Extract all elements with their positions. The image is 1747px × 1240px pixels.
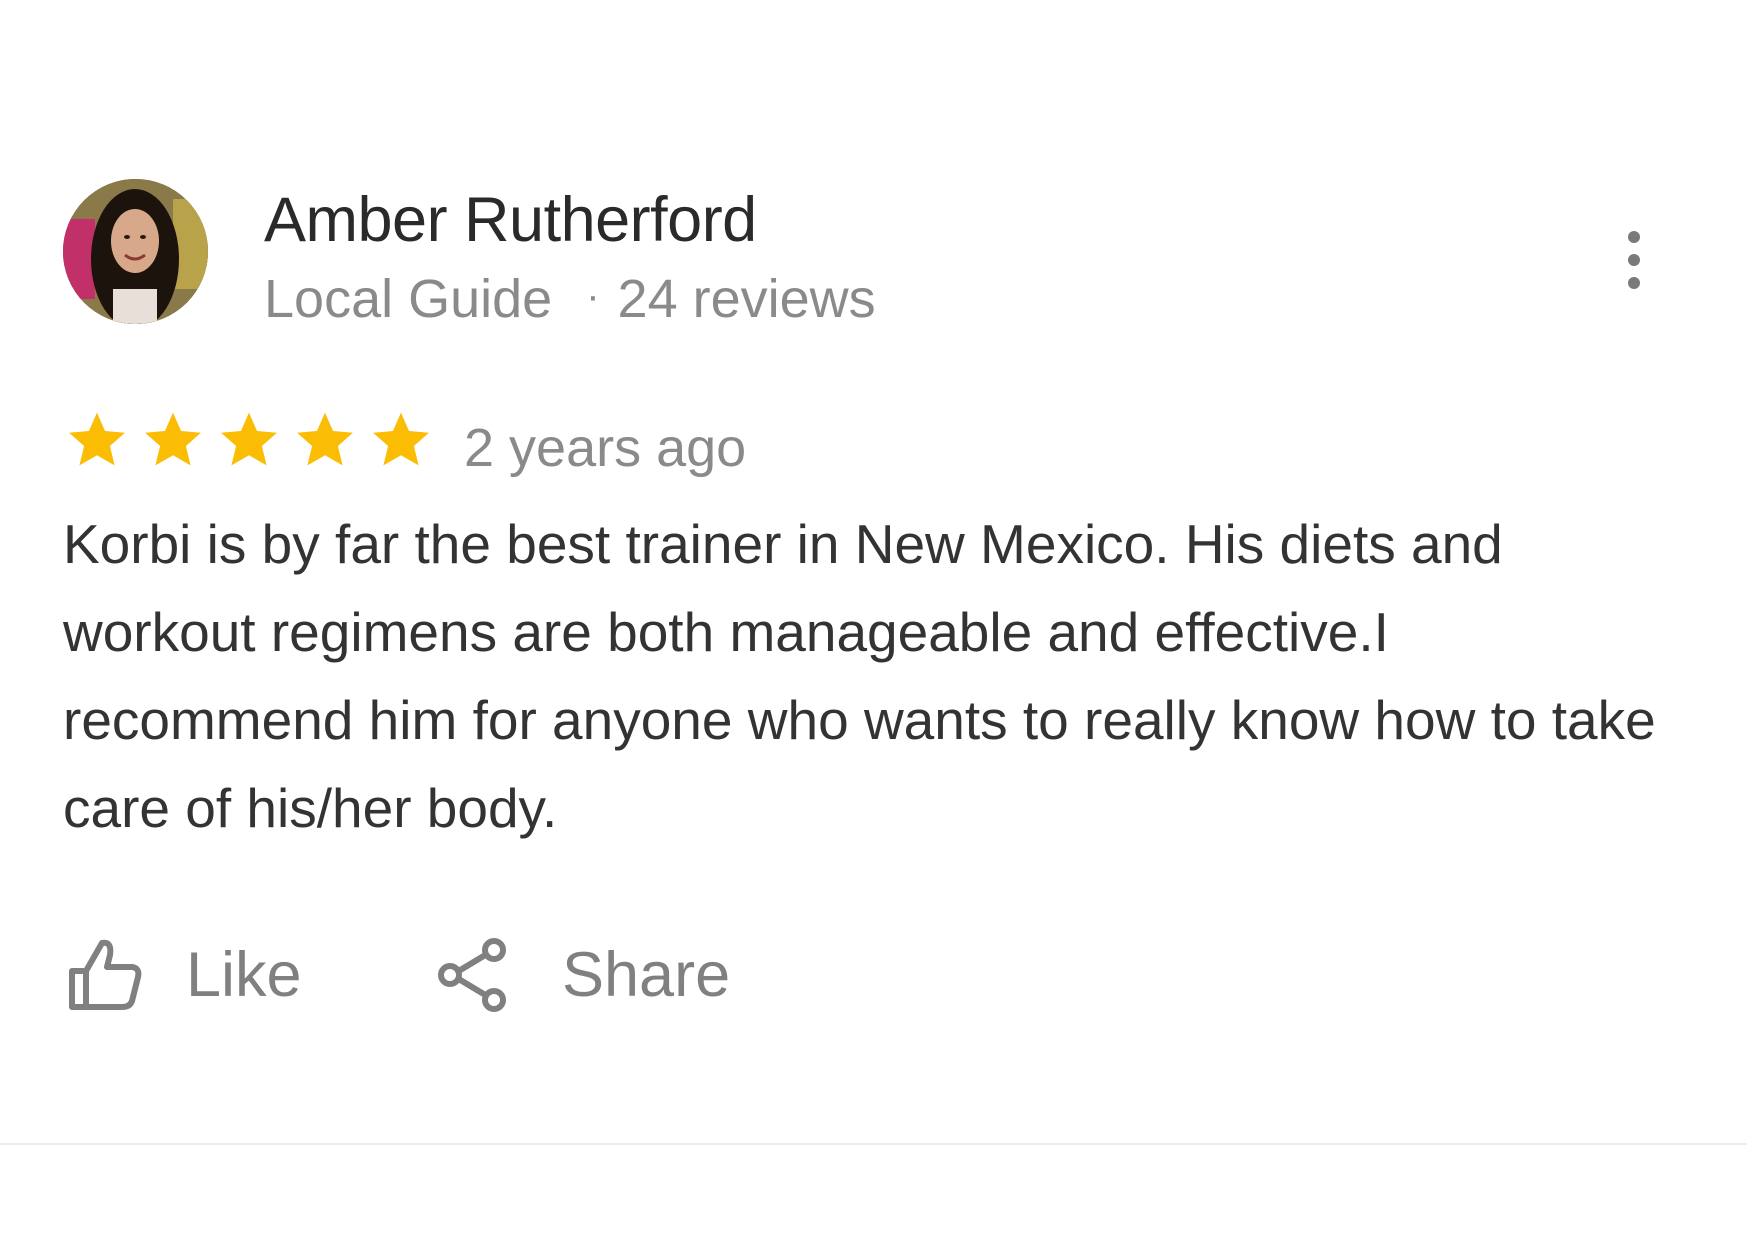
share-button[interactable]: Share [434, 930, 730, 1020]
review-count: 24 reviews [617, 269, 876, 329]
like-button[interactable]: Like [66, 930, 302, 1020]
author-name[interactable]: Amber Rutherford [264, 185, 757, 255]
review-time: 2 years ago [464, 418, 747, 478]
author-meta: Local Guide · 24 reviews [264, 265, 876, 330]
share-label: Share [562, 940, 731, 1010]
avatar-photo [63, 179, 208, 324]
star-icon [297, 412, 353, 466]
review-text: Korbi is by far the best trainer in New … [63, 513, 1656, 839]
like-label: Like [186, 940, 302, 1010]
thumb-up-icon [66, 935, 146, 1015]
star-icon [373, 412, 429, 466]
divider [0, 1143, 1747, 1145]
local-guide-badge: Local Guide [264, 269, 553, 329]
star-rating [66, 408, 446, 478]
star-icon [145, 412, 201, 466]
meta-separator: · [586, 274, 600, 318]
star-icon [221, 412, 277, 466]
avatar[interactable] [63, 179, 208, 324]
review-card: Amber Rutherford Local Guide · 24 reviews … [0, 0, 1747, 1240]
share-icon [434, 935, 514, 1015]
star-icon [69, 412, 125, 466]
more-options-button[interactable] [1610, 225, 1658, 295]
